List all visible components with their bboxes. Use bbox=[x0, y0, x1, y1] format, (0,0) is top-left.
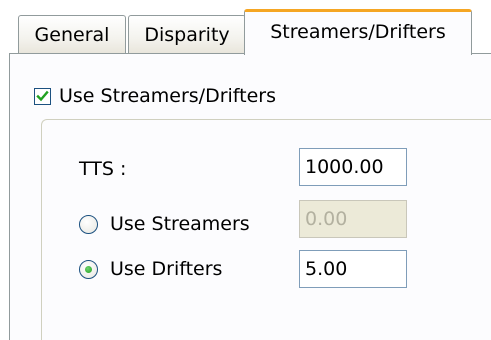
use-drifters-radio[interactable]: Use Drifters bbox=[79, 257, 222, 281]
radio-button-unselected[interactable] bbox=[79, 214, 98, 234]
tab-disparity-label: Disparity bbox=[144, 24, 230, 46]
use-streamers-drifters-checkbox[interactable]: Use Streamers/Drifters bbox=[34, 84, 276, 108]
dialog-root: General Disparity Streamers/Drifters Use… bbox=[0, 0, 491, 340]
checkbox-box[interactable] bbox=[34, 87, 51, 105]
radio-dot-icon bbox=[85, 265, 92, 273]
tab-disparity[interactable]: Disparity bbox=[128, 15, 246, 53]
tab-streamers-drifters[interactable]: Streamers/Drifters bbox=[244, 9, 472, 55]
streamers-field bbox=[299, 200, 407, 238]
use-streamers-label: Use Streamers bbox=[110, 213, 250, 235]
use-streamers-radio[interactable]: Use Streamers bbox=[79, 212, 250, 236]
drifters-field[interactable] bbox=[299, 250, 407, 288]
tab-streamers-drifters-label: Streamers/Drifters bbox=[270, 21, 446, 43]
tab-general[interactable]: General bbox=[18, 15, 126, 53]
checkmark-icon bbox=[36, 90, 49, 101]
radio-button-selected[interactable] bbox=[79, 259, 98, 279]
use-drifters-label: Use Drifters bbox=[110, 258, 223, 280]
tts-label: TTS : bbox=[79, 158, 127, 180]
tab-general-label: General bbox=[34, 24, 110, 46]
tts-field[interactable] bbox=[299, 148, 407, 186]
use-streamers-drifters-label: Use Streamers/Drifters bbox=[59, 85, 277, 107]
